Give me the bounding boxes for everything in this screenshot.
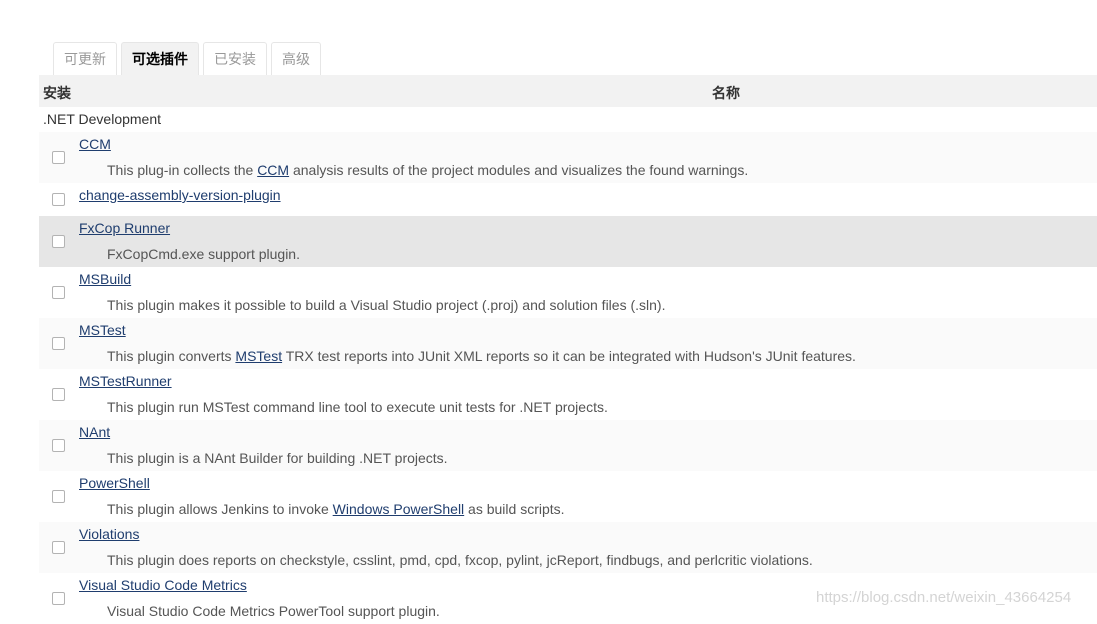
description-text: This plugin makes it possible to build a… xyxy=(107,297,666,313)
plugin-description: This plugin makes it possible to build a… xyxy=(107,297,665,313)
plugin-description: This plugin converts MSTest TRX test rep… xyxy=(107,348,856,364)
install-checkbox[interactable] xyxy=(52,592,65,605)
install-checkbox[interactable] xyxy=(52,193,65,206)
description-link[interactable]: Windows PowerShell xyxy=(333,501,465,517)
category-label: .NET Development xyxy=(43,111,162,127)
description-text: analysis results of the project modules … xyxy=(289,162,749,178)
plugin-manager-tabs: 可更新 可选插件 已安装 高级 xyxy=(53,42,321,76)
plugin-description: FxCopCmd.exe support plugin. xyxy=(107,246,300,262)
description-text: as build scripts. xyxy=(464,501,565,517)
install-checkbox[interactable] xyxy=(52,490,65,503)
description-text: FxCopCmd.exe support plugin. xyxy=(107,246,300,262)
tab-advanced[interactable]: 高级 xyxy=(271,42,321,75)
plugin-description: This plugin run MSTest command line tool… xyxy=(107,399,608,415)
table-header: 安装 名称 xyxy=(39,75,1097,107)
description-text: This plugin run MSTest command line tool… xyxy=(107,399,608,415)
plugin-description: This plug-in collects the CCM analysis r… xyxy=(107,162,748,178)
install-checkbox[interactable] xyxy=(52,388,65,401)
plugin-link[interactable]: MSTest xyxy=(79,322,126,338)
install-checkbox[interactable] xyxy=(52,286,65,299)
plugin-link[interactable]: NAnt xyxy=(79,424,110,440)
table-row: CCM This plug-in collects the CCM analys… xyxy=(39,132,1097,183)
plugin-description: This plugin does reports on checkstyle, … xyxy=(107,552,813,568)
plugin-table: 安装 名称 .NET Development CCM This plug-in … xyxy=(39,75,1097,624)
install-checkbox[interactable] xyxy=(52,235,65,248)
table-row: MSTestRunner This plugin run MSTest comm… xyxy=(39,369,1097,420)
table-row: MSTest This plugin converts MSTest TRX t… xyxy=(39,318,1097,369)
tab-installed[interactable]: 已安装 xyxy=(203,42,267,75)
description-text: This plugin allows Jenkins to invoke xyxy=(107,501,333,517)
plugin-link[interactable]: Visual Studio Code Metrics xyxy=(79,577,247,593)
table-row: PowerShell This plugin allows Jenkins to… xyxy=(39,471,1097,522)
description-text: This plugin does reports on checkstyle, … xyxy=(107,552,813,568)
install-checkbox[interactable] xyxy=(52,439,65,452)
column-header-install[interactable]: 安装 xyxy=(43,83,71,103)
plugin-link[interactable]: CCM xyxy=(79,136,111,152)
plugin-link[interactable]: Violations xyxy=(79,526,139,542)
description-text: This plug-in collects the xyxy=(107,162,258,178)
tab-available[interactable]: 可选插件 xyxy=(121,42,199,75)
description-text: TRX test reports into JUnit XML reports … xyxy=(282,348,856,364)
plugin-link[interactable]: PowerShell xyxy=(79,475,150,491)
install-checkbox[interactable] xyxy=(52,541,65,554)
plugin-link[interactable]: FxCop Runner xyxy=(79,220,170,236)
column-header-name[interactable]: 名称 xyxy=(712,83,740,103)
plugin-link[interactable]: MSTestRunner xyxy=(79,373,172,389)
install-checkbox[interactable] xyxy=(52,337,65,350)
description-text: This plugin is a NAnt Builder for buildi… xyxy=(107,450,448,466)
tab-updates[interactable]: 可更新 xyxy=(53,42,117,75)
plugin-link[interactable]: MSBuild xyxy=(79,271,131,287)
description-link[interactable]: MSTest xyxy=(235,348,282,364)
table-row: Violations This plugin does reports on c… xyxy=(39,522,1097,573)
plugin-description: This plugin allows Jenkins to invoke Win… xyxy=(107,501,565,517)
table-row: FxCop Runner FxCopCmd.exe support plugin… xyxy=(39,216,1097,267)
plugin-link[interactable]: change-assembly-version-plugin xyxy=(79,187,281,203)
description-text: This plugin converts xyxy=(107,348,236,364)
table-row: NAnt This plugin is a NAnt Builder for b… xyxy=(39,420,1097,471)
table-row: MSBuild This plugin makes it possible to… xyxy=(39,267,1097,318)
watermark: https://blog.csdn.net/weixin_43664254 xyxy=(816,589,1072,606)
table-row: change-assembly-version-plugin xyxy=(39,183,1097,216)
description-link[interactable]: CCM xyxy=(257,162,289,178)
plugin-description: This plugin is a NAnt Builder for buildi… xyxy=(107,450,448,466)
install-checkbox[interactable] xyxy=(52,151,65,164)
